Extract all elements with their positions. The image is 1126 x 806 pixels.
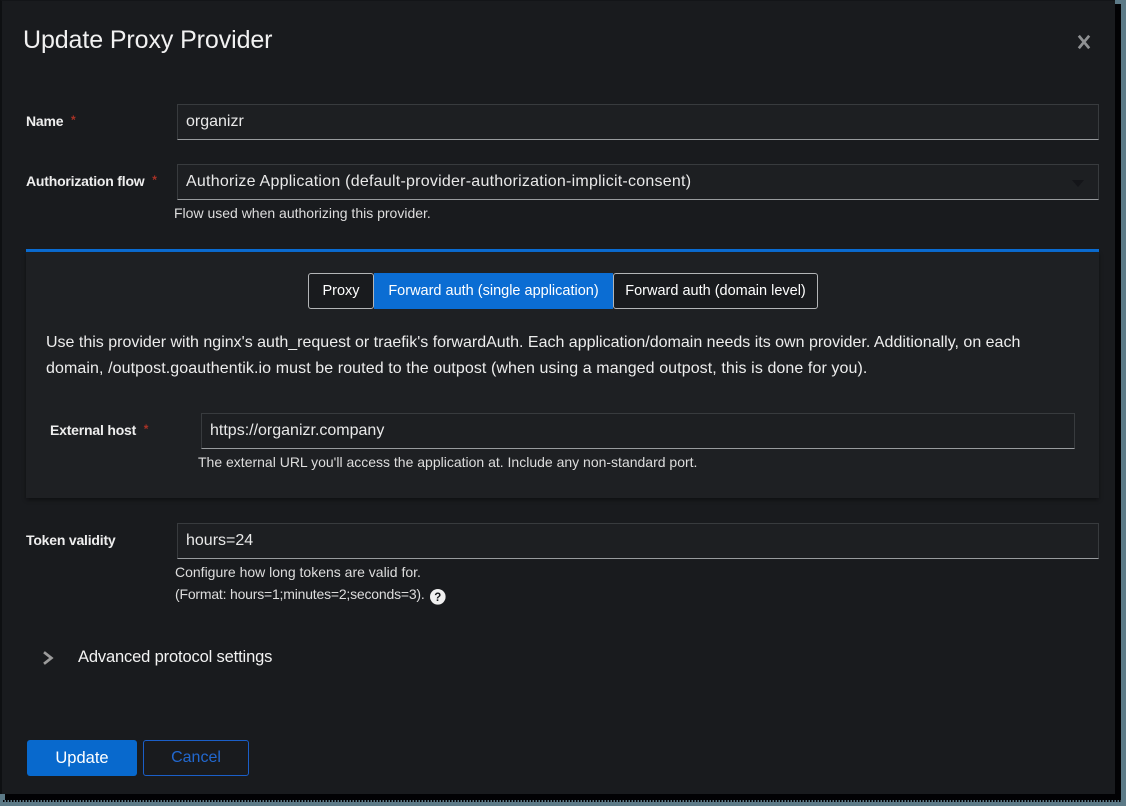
svg-text:?: ? [434,592,441,604]
